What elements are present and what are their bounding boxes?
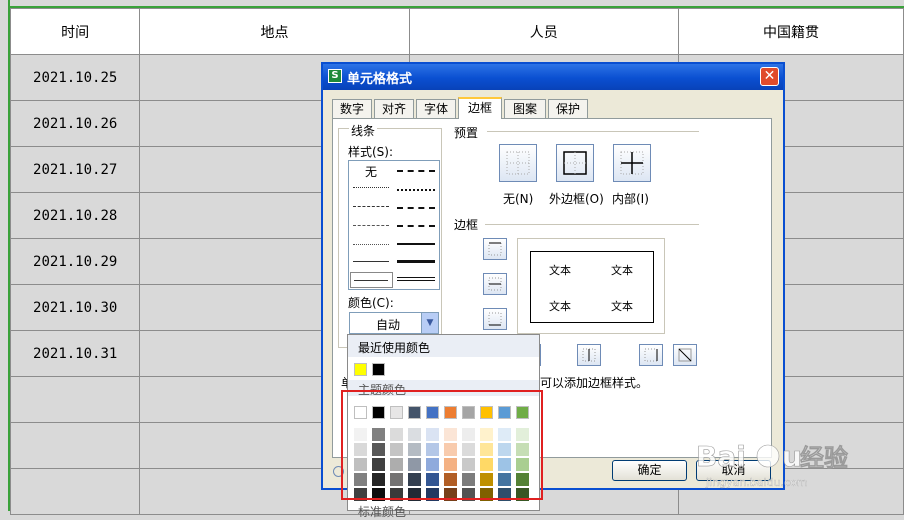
line-group-title: 线条 [349,122,378,139]
line-style-option[interactable] [353,187,389,188]
border-right-icon [644,348,658,362]
color-label: 颜色(C): [348,296,394,310]
preview-text: 文本 [611,264,633,277]
preset-inside-label: 内部(I) [612,192,649,206]
border-top-icon [488,242,502,256]
hint-text: 可以添加边框样式。 [540,376,649,390]
preview-text: 文本 [611,300,633,313]
selected-line-style[interactable] [350,272,393,288]
baidu-logo: Bai u 经验 jingyan.baidu.com [696,440,849,489]
color-value: 自动 [376,318,401,332]
preview-text: 文本 [549,264,571,277]
recent-colors-header: 最近使用颜色 [348,335,539,357]
sheet-left-border [8,0,10,511]
date-cell[interactable]: 2021.10.28 [9,192,141,239]
date-cell[interactable]: 2021.10.27 [9,146,141,193]
dialog-title: 单元格格式 [347,72,413,87]
ok-button[interactable]: 确定 [612,460,687,481]
preset-inside-button[interactable] [613,144,651,182]
tab-border[interactable]: 边框 [458,97,502,119]
border-vertical-icon [582,348,596,362]
line-style-option[interactable] [397,260,435,263]
preview-text: 文本 [549,300,571,313]
line-style-option[interactable] [353,225,389,226]
date-cell[interactable]: 2021.10.25 [9,54,141,101]
border-right-button[interactable] [639,344,663,366]
preview-box: 文本 文本 文本 文本 [530,251,654,323]
border-middle-vertical-button[interactable] [577,344,601,366]
tab-number[interactable]: 数字 [332,99,372,118]
close-button[interactable]: ✕ [760,67,779,86]
preset-outline-label: 外边框(O) [549,192,604,206]
preset-label: 预置 [454,126,479,140]
svg-text:经验: 经验 [800,444,848,472]
preset-none-button[interactable] [499,144,537,182]
date-cell[interactable]: 2021.10.26 [9,100,141,147]
tab-font[interactable]: 字体 [416,99,456,118]
chevron-down-icon[interactable]: ▼ [421,313,438,333]
preset-separator [487,131,699,132]
date-cell[interactable]: 2021.10.29 [9,238,141,285]
recent-colors-title: 最近使用颜色 [358,341,431,355]
border-diagonal-button[interactable] [673,344,697,366]
border-label: 边框 [454,218,479,232]
dialog-titlebar[interactable]: S 单元格格式 ✕ [323,64,783,90]
border-bottom-button[interactable] [483,308,507,330]
border-inside-icon [620,151,644,175]
line-style-option[interactable] [353,261,389,262]
svg-text:jingyan.baidu.com: jingyan.baidu.com [705,476,808,489]
style-none-option[interactable]: 无 [365,163,377,180]
line-style-list[interactable]: 无 [348,160,440,290]
border-separator [485,224,699,225]
header-place[interactable]: 地点 [139,8,410,55]
standard-colors-title: 标准颜色 [358,505,407,519]
tab-alignment[interactable]: 对齐 [374,99,414,118]
border-bottom-icon [488,312,502,326]
date-cell[interactable] [9,468,141,515]
date-cell[interactable]: 2021.10.31 [9,330,141,377]
line-style-option[interactable] [353,244,389,245]
sheet-selection-border [8,6,904,8]
color-select[interactable]: 自动 ▼ [349,312,439,334]
header-hometown[interactable]: 中国籍贯 [677,8,904,55]
date-cell[interactable] [9,422,141,469]
recent-color-swatch[interactable] [354,363,367,376]
header-time[interactable]: 时间 [9,8,141,55]
border-horizontal-icon [488,277,502,291]
highlight-annotation [341,390,543,500]
preset-none-label: 无(N) [503,192,534,206]
svg-text:u: u [782,440,802,473]
line-style-option[interactable] [353,206,389,207]
border-middle-horizontal-button[interactable] [483,273,507,295]
header-person[interactable]: 人员 [408,8,679,55]
tab-protection[interactable]: 保护 [548,99,588,118]
date-cell[interactable]: 2021.10.30 [9,284,141,331]
line-style-option[interactable] [397,225,435,227]
recent-color-swatch[interactable] [372,363,385,376]
tab-pattern[interactable]: 图案 [504,99,546,118]
border-preview[interactable]: 文本 文本 文本 文本 [517,238,665,334]
line-style-option[interactable] [397,170,435,172]
border-none-icon [506,151,530,175]
line-style-option[interactable] [397,207,435,209]
line-style-option[interactable] [397,189,435,191]
border-top-button[interactable] [483,238,507,260]
border-outline-icon [563,151,587,175]
date-cell[interactable] [9,376,141,423]
style-label: 样式(S): [348,145,394,159]
preset-outline-button[interactable] [556,144,594,182]
header-row: 时间 地点 人员 中国籍贯 [9,8,904,55]
border-diagonal-icon [678,348,692,362]
svg-text:Bai: Bai [696,440,746,473]
baidu-watermark: Bai u 经验 jingyan.baidu.com [696,432,886,496]
line-style-option[interactable] [397,277,435,281]
line-style-option[interactable] [397,243,435,245]
wps-app-icon: S [328,69,342,83]
